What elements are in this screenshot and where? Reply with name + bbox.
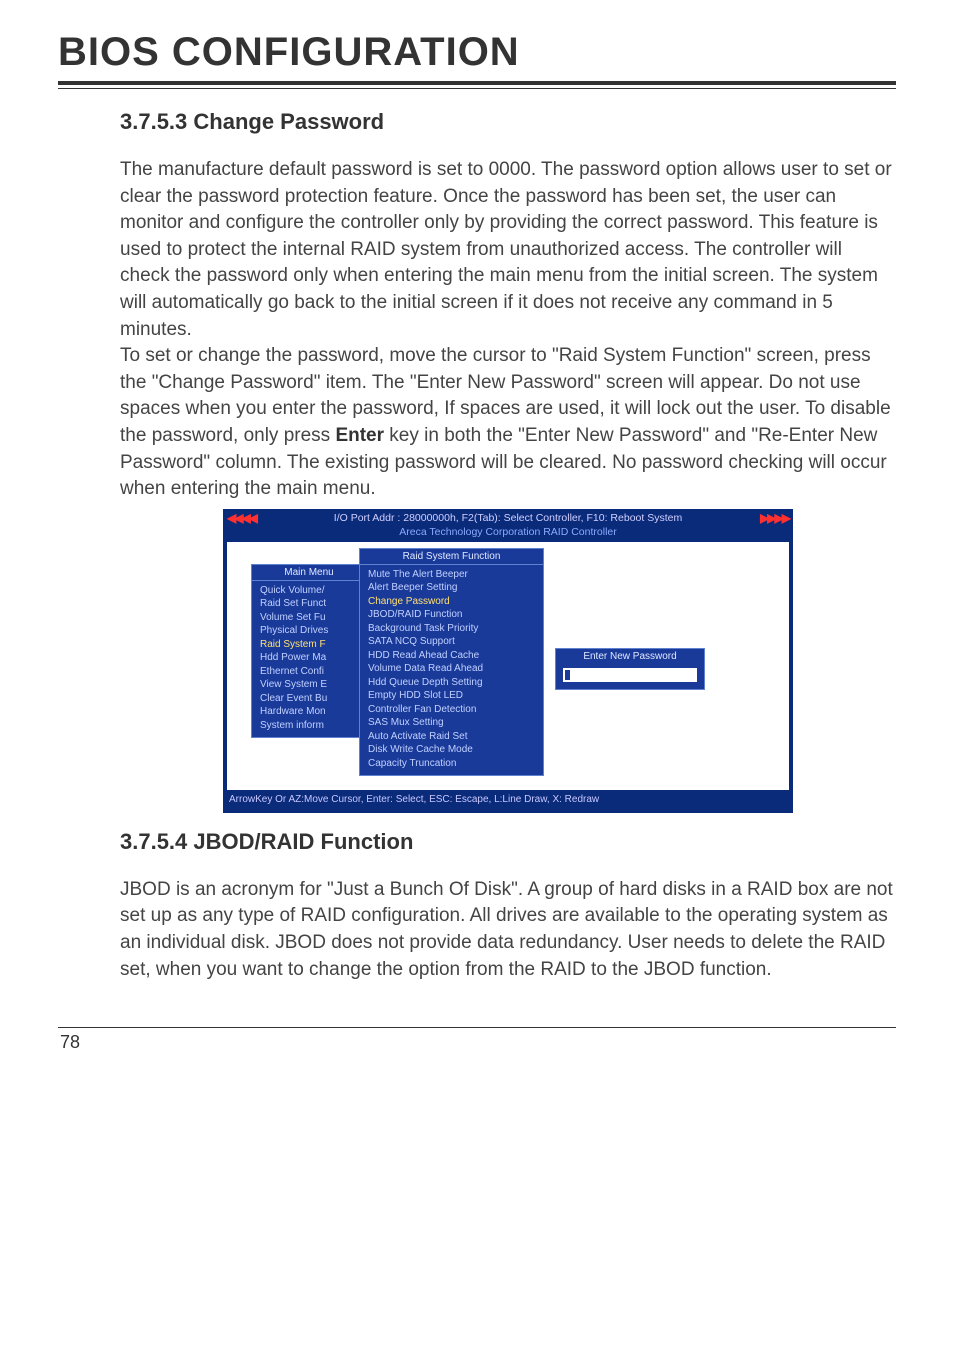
content-area: 3.7.5.3 Change Password The manufacture … bbox=[58, 109, 896, 1053]
raid-func-item[interactable]: Controller Fan Detection bbox=[368, 703, 535, 717]
raid-func-item[interactable]: SAS Mux Setting bbox=[368, 716, 535, 730]
raid-func-item[interactable]: JBOD/RAID Function bbox=[368, 608, 535, 622]
paragraph-1: The manufacture default password is set … bbox=[120, 157, 896, 343]
raid-func-item[interactable]: Volume Data Read Ahead bbox=[368, 662, 535, 676]
bios-window: ◀◀◀◀ ▶▶▶▶ I/O Port Addr : 28000000h, F2(… bbox=[223, 509, 793, 813]
text-cursor-icon bbox=[565, 670, 570, 680]
main-menu-item[interactable]: Raid Set Funct bbox=[260, 597, 358, 611]
bios-header-line2: Areca Technology Corporation RAID Contro… bbox=[231, 524, 785, 538]
raid-func-items: Mute The Alert BeeperAlert Beeper Settin… bbox=[360, 565, 543, 776]
bios-screenshot: ◀◀◀◀ ▶▶▶▶ I/O Port Addr : 28000000h, F2(… bbox=[120, 509, 896, 813]
bottom-divider bbox=[58, 1027, 896, 1028]
title-underline bbox=[58, 81, 896, 89]
raid-func-item[interactable]: Background Task Priority bbox=[368, 622, 535, 636]
paragraph-2: To set or change the password, move the … bbox=[120, 343, 896, 503]
main-menu-item[interactable]: Volume Set Fu bbox=[260, 611, 358, 625]
main-menu-item[interactable]: Hardware Mon bbox=[260, 705, 358, 719]
new-password-title: Enter New Password bbox=[556, 649, 704, 664]
raid-func-item[interactable]: Disk Write Cache Mode bbox=[368, 743, 535, 757]
new-password-input[interactable] bbox=[563, 668, 697, 682]
raid-func-item[interactable]: Capacity Truncation bbox=[368, 757, 535, 771]
raid-func-item[interactable]: SATA NCQ Support bbox=[368, 635, 535, 649]
page-number: 78 bbox=[58, 1032, 896, 1053]
paragraph-jbod: JBOD is an acronym for "Just a Bunch Of … bbox=[120, 877, 896, 983]
section-heading-jbod: 3.7.5.4 JBOD/RAID Function bbox=[120, 829, 896, 855]
enter-key-label: Enter bbox=[335, 425, 384, 446]
raid-func-item[interactable]: Mute The Alert Beeper bbox=[368, 568, 535, 582]
main-menu-item[interactable]: System inform bbox=[260, 719, 358, 733]
bios-footer: ArrowKey Or AZ:Move Cursor, Enter: Selec… bbox=[223, 792, 793, 807]
bios-body: Main Menu Quick Volume/Raid Set FunctVol… bbox=[227, 542, 789, 790]
raid-system-function-box: Raid System Function Mute The Alert Beep… bbox=[359, 548, 544, 777]
bios-header-line1: I/O Port Addr : 28000000h, F2(Tab): Sele… bbox=[231, 512, 785, 524]
main-menu-item[interactable]: Clear Event Bu bbox=[260, 692, 358, 706]
raid-func-item[interactable]: Empty HDD Slot LED bbox=[368, 689, 535, 703]
main-menu-items: Quick Volume/Raid Set FunctVolume Set Fu… bbox=[252, 581, 366, 738]
main-menu-item[interactable]: Hdd Power Ma bbox=[260, 651, 358, 665]
main-menu-item[interactable]: Physical Drives bbox=[260, 624, 358, 638]
arrows-left-icon: ◀◀◀◀ bbox=[227, 511, 256, 525]
main-menu-item[interactable]: Quick Volume/ bbox=[260, 584, 358, 598]
raid-func-title: Raid System Function bbox=[360, 549, 543, 565]
enter-new-password-box: Enter New Password bbox=[555, 648, 705, 690]
main-menu-item[interactable]: View System E bbox=[260, 678, 358, 692]
main-menu-item[interactable]: Raid System F bbox=[260, 638, 358, 652]
raid-func-item[interactable]: Alert Beeper Setting bbox=[368, 581, 535, 595]
raid-func-item[interactable]: HDD Read Ahead Cache bbox=[368, 649, 535, 663]
page-title: BIOS CONFIGURATION bbox=[58, 30, 896, 75]
raid-func-item[interactable]: Change Password bbox=[368, 595, 535, 609]
main-menu-item[interactable]: Ethernet Confi bbox=[260, 665, 358, 679]
raid-func-item[interactable]: Hdd Queue Depth Setting bbox=[368, 676, 535, 690]
arrows-right-icon: ▶▶▶▶ bbox=[760, 511, 789, 525]
main-menu-box: Main Menu Quick Volume/Raid Set FunctVol… bbox=[251, 564, 367, 739]
section-heading-change-password: 3.7.5.3 Change Password bbox=[120, 109, 896, 135]
raid-func-item[interactable]: Auto Activate Raid Set bbox=[368, 730, 535, 744]
bios-header: ◀◀◀◀ ▶▶▶▶ I/O Port Addr : 28000000h, F2(… bbox=[223, 509, 793, 540]
main-menu-title: Main Menu bbox=[252, 565, 366, 581]
